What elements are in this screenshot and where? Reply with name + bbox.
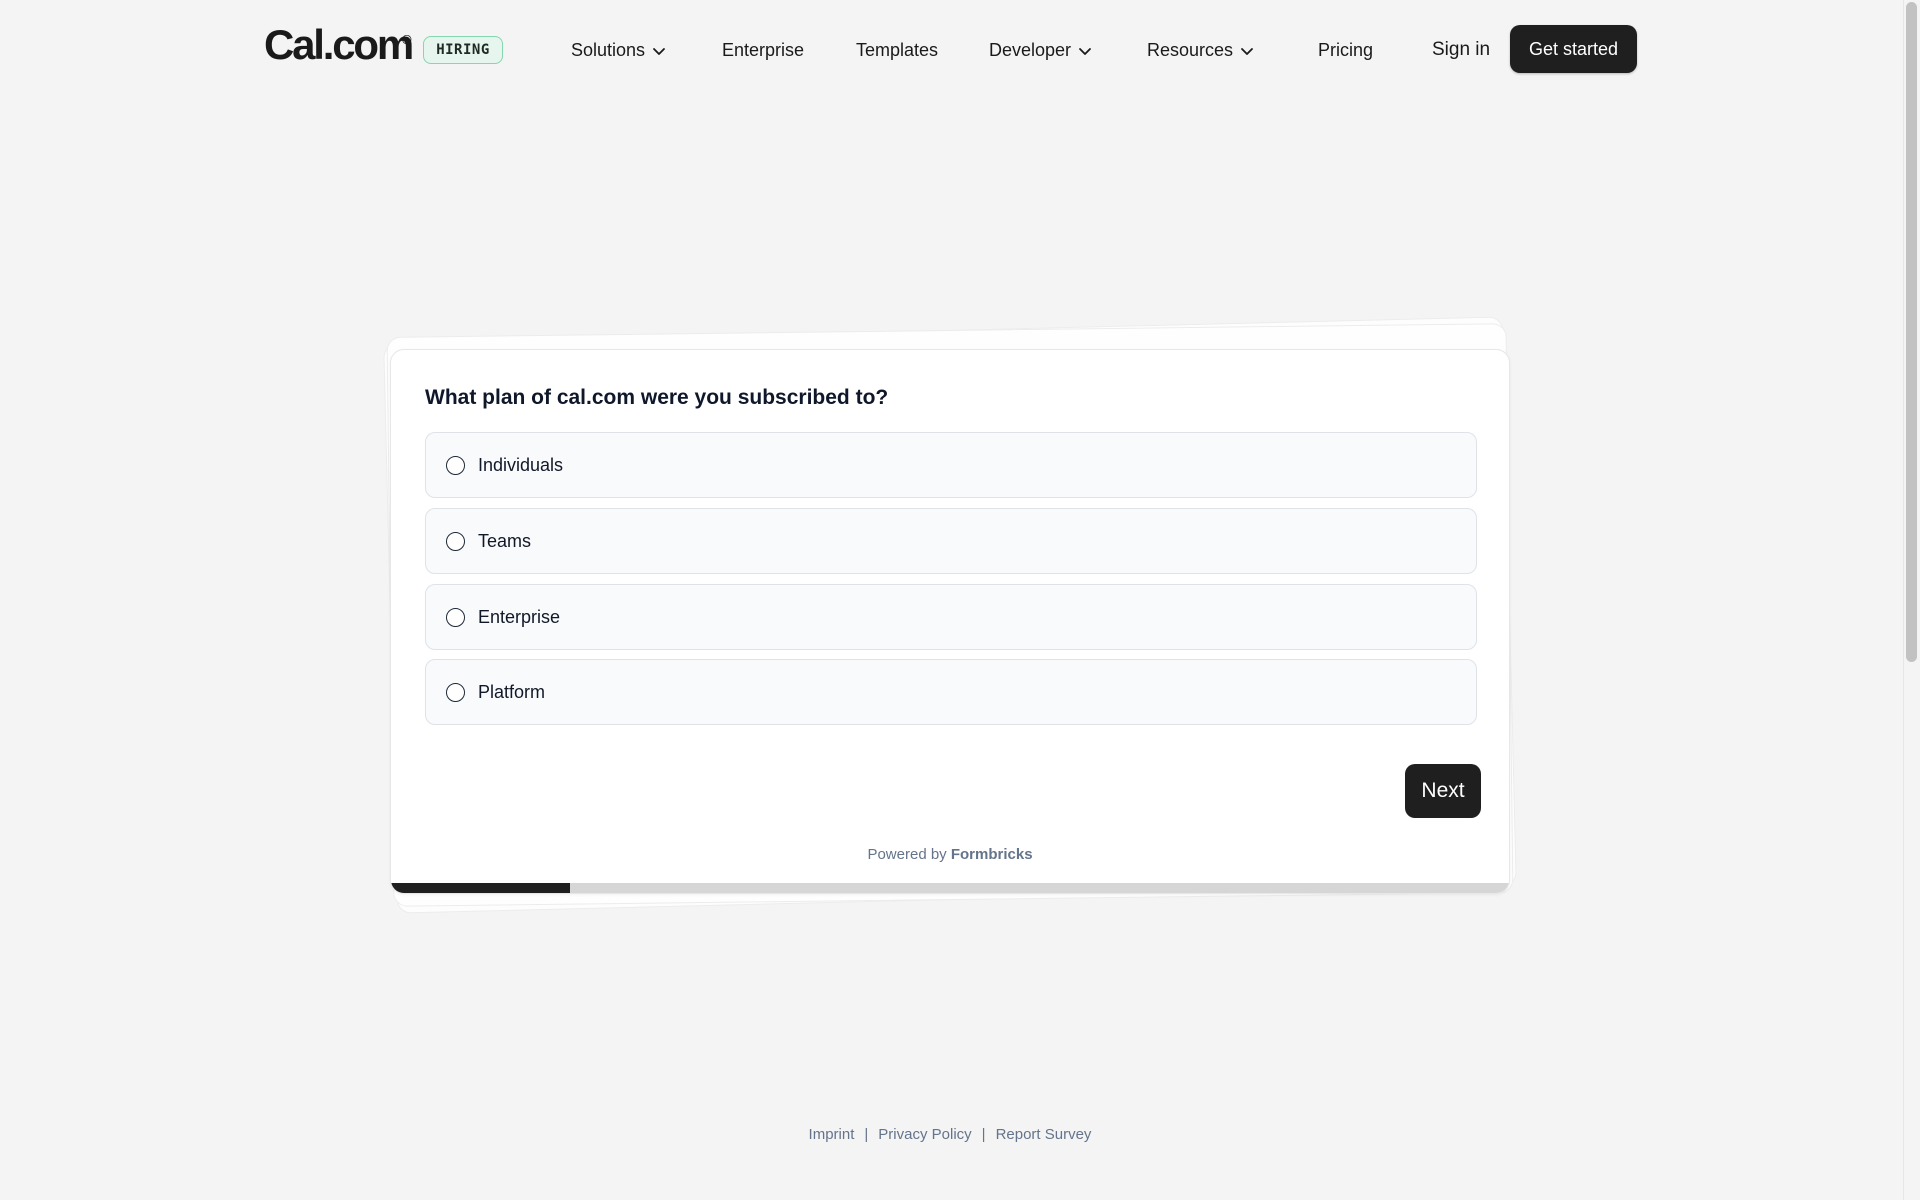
imprint-link[interactable]: Imprint (809, 1126, 855, 1143)
nav-pricing[interactable]: Pricing (1318, 40, 1373, 61)
scrollbar-thumb[interactable] (1906, 2, 1917, 662)
site-header: Cal.com ® HIRING Solutions Enterprise Te… (220, 14, 1640, 86)
get-started-button[interactable]: Get started (1510, 25, 1637, 73)
radio-button[interactable] (446, 531, 465, 551)
sign-in-link[interactable]: Sign in (1432, 39, 1490, 61)
cal-logo[interactable]: Cal.com (264, 24, 414, 66)
hiring-badge[interactable]: HIRING (423, 36, 503, 64)
survey-question: What plan of cal.com were you subscribed… (425, 386, 889, 409)
nav-developer[interactable]: Developer (989, 40, 1093, 61)
option-label: Individuals (478, 454, 564, 475)
nav-templates-label: Templates (856, 40, 939, 60)
footer-separator: | (864, 1126, 869, 1143)
option-individuals[interactable]: Individuals (425, 432, 1477, 498)
nav-enterprise-label: Enterprise (722, 40, 805, 60)
radio-button[interactable] (446, 607, 465, 627)
chevron-down-icon (653, 47, 665, 55)
privacy-policy-link[interactable]: Privacy Policy (878, 1126, 971, 1143)
formbricks-link[interactable]: Formbricks (951, 846, 1033, 863)
chevron-down-icon (1241, 47, 1253, 55)
report-survey-link[interactable]: Report Survey (996, 1126, 1092, 1143)
powered-by: Powered by Formbricks (391, 846, 1509, 863)
option-enterprise[interactable]: Enterprise (425, 584, 1477, 650)
progress-bar (391, 883, 1509, 893)
footer-separator: | (981, 1126, 986, 1143)
nav-resources[interactable]: Resources (1147, 40, 1255, 61)
nav-templates[interactable]: Templates (856, 40, 938, 61)
nav-developer-label: Developer (989, 40, 1072, 60)
nav-solutions[interactable]: Solutions (571, 40, 667, 61)
radio-button[interactable] (446, 682, 465, 702)
footer-links: Imprint | Privacy Policy | Report Survey (0, 1126, 1900, 1143)
progress-fill (391, 883, 570, 893)
radio-button[interactable] (446, 455, 465, 475)
nav-pricing-label: Pricing (1318, 40, 1374, 60)
registered-mark: ® (402, 32, 412, 47)
option-label: Enterprise (478, 606, 561, 627)
powered-by-prefix: Powered by (867, 846, 947, 863)
nav-enterprise[interactable]: Enterprise (722, 40, 804, 61)
nav-solutions-label: Solutions (571, 40, 646, 60)
nav-resources-label: Resources (1147, 40, 1234, 60)
option-platform[interactable]: Platform (425, 659, 1477, 725)
chevron-down-icon (1079, 47, 1091, 55)
survey-card: What plan of cal.com were you subscribed… (390, 349, 1510, 894)
next-button[interactable]: Next (1405, 764, 1481, 818)
option-label: Platform (478, 681, 546, 702)
option-teams[interactable]: Teams (425, 508, 1477, 574)
option-label: Teams (478, 530, 532, 551)
